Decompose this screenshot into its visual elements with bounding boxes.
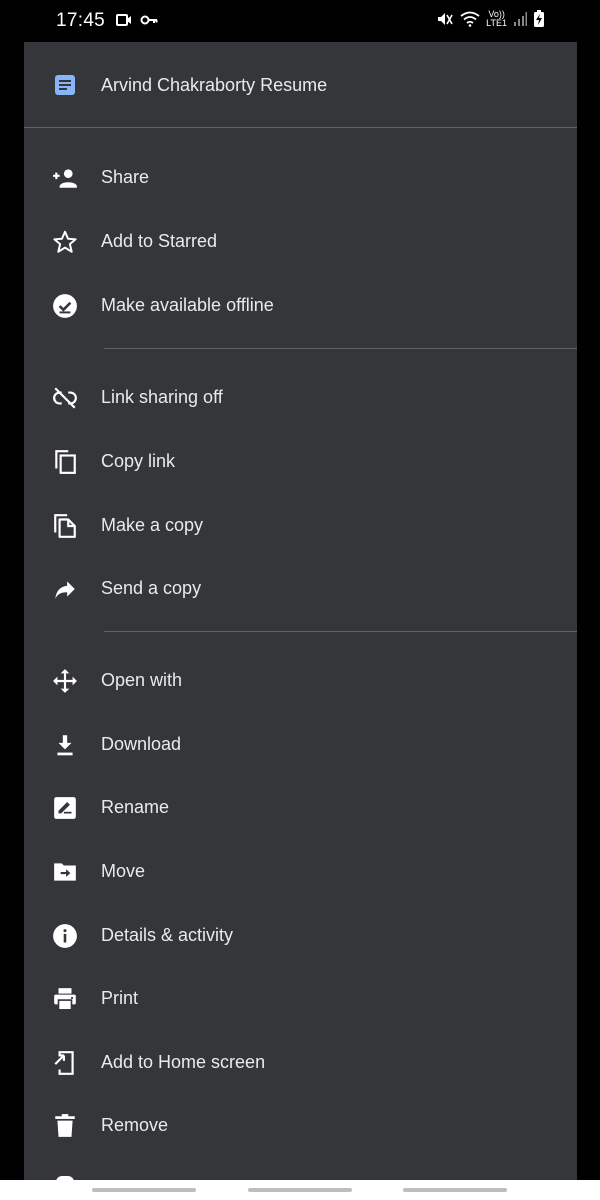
menu-item-label: Download <box>101 734 182 754</box>
menu-item-download[interactable]: Download <box>24 713 577 776</box>
key-icon <box>140 13 158 27</box>
move-folder-icon <box>52 859 78 885</box>
menu-item-label: Rename <box>101 797 170 817</box>
nav-home-handle[interactable] <box>248 1188 352 1192</box>
nav-back-handle[interactable] <box>403 1188 507 1192</box>
file-header: Arvind Chakraborty Resume <box>24 42 577 128</box>
forward-icon <box>52 576 78 602</box>
menu-item-copy-link[interactable]: Copy link <box>24 430 577 493</box>
download-icon <box>52 732 78 758</box>
menu-item-add-to-home-screen[interactable]: Add to Home screen <box>24 1031 577 1094</box>
open-with-icon <box>52 668 78 694</box>
wifi-icon <box>460 11 480 27</box>
header-divider <box>24 127 577 128</box>
offline-check-icon <box>52 293 78 319</box>
menu-item-rename[interactable]: Rename <box>24 776 577 839</box>
menu-item-add-to-starred[interactable]: Add to Starred <box>24 210 577 273</box>
volte-icon: Vo)) LTE1 <box>486 10 507 28</box>
menu-item-label: Send a copy <box>101 578 202 598</box>
menu-item-label: Link sharing off <box>101 387 223 407</box>
volte-bottom-label: LTE1 <box>486 18 507 28</box>
mute-icon <box>436 10 454 28</box>
menu-item-make-available-offline[interactable]: Make available offline <box>24 274 577 337</box>
google-docs-icon <box>54 74 76 101</box>
trash-icon <box>52 1113 78 1139</box>
menu-item-details-activity[interactable]: Details & activity <box>24 904 577 967</box>
battery-charging-icon <box>533 10 545 28</box>
signal-icon <box>513 11 527 27</box>
add-to-home-icon <box>52 1050 78 1076</box>
menu-item-label: Remove <box>101 1115 169 1135</box>
menu-item-move[interactable]: Move <box>24 840 577 903</box>
star-outline-icon <box>52 229 78 255</box>
menu-item-send-a-copy[interactable]: Send a copy <box>24 557 577 620</box>
file-copy-icon <box>52 513 78 539</box>
rename-icon <box>52 795 78 821</box>
phone-screen: 17:45 Vo)) LTE1 Arvind Chakraborty Resum… <box>24 0 577 1200</box>
menu-item-label: Move <box>101 861 146 881</box>
menu-item-print[interactable]: Print <box>24 967 577 1030</box>
menu-item-label: Details & activity <box>101 925 234 945</box>
link-off-icon <box>52 385 78 411</box>
menu-item-label: Open with <box>101 670 183 690</box>
menu-item-label: Add to Starred <box>101 231 218 251</box>
file-title: Arvind Chakraborty Resume <box>101 75 328 95</box>
menu-item-label: Make available offline <box>101 295 274 315</box>
nav-recents-handle[interactable] <box>92 1188 196 1192</box>
menu-item-remove[interactable]: Remove <box>24 1094 577 1157</box>
menu-item-label: Share <box>101 167 150 187</box>
menu-item-label: Copy link <box>101 451 176 471</box>
status-bar: 17:45 Vo)) LTE1 <box>24 0 577 42</box>
status-time: 17:45 <box>56 10 106 31</box>
navigation-bar <box>0 1180 600 1200</box>
print-icon <box>52 986 78 1012</box>
menu-item-label: Add to Home screen <box>101 1052 266 1072</box>
info-icon <box>52 923 78 949</box>
menu-item-share[interactable]: Share <box>24 146 577 209</box>
section-divider <box>104 348 577 349</box>
person-add-icon <box>52 165 78 191</box>
menu-item-label: Make a copy <box>101 515 204 535</box>
video-icon <box>116 13 132 27</box>
menu-item-link-sharing-off[interactable]: Link sharing off <box>24 366 577 429</box>
section-divider <box>104 631 577 632</box>
menu-item-label: Print <box>101 988 139 1008</box>
menu-item-make-a-copy[interactable]: Make a copy <box>24 494 577 557</box>
copy-icon <box>52 449 78 475</box>
menu-item-open-with[interactable]: Open with <box>24 649 577 712</box>
